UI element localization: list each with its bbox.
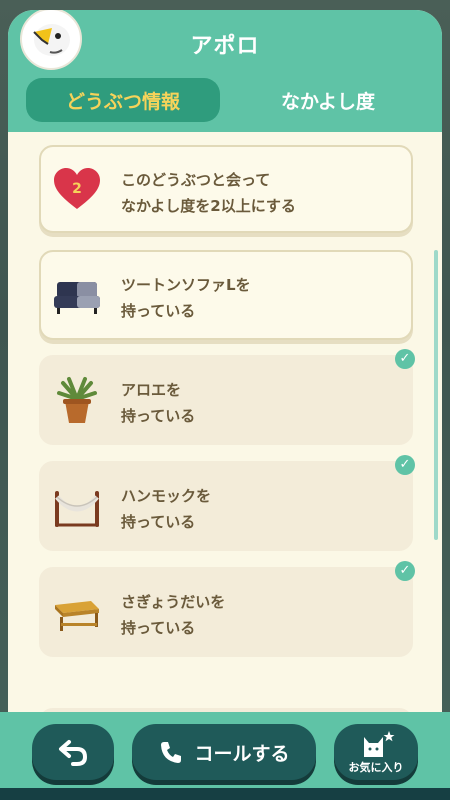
- task-line-2: 持っている: [121, 302, 196, 320]
- tab-friendship[interactable]: なかよし度: [238, 78, 418, 122]
- task-text: さぎょうだいを 持っている: [121, 589, 225, 641]
- task-text: ハンモックを 持っている: [121, 483, 211, 535]
- task-card-sofa[interactable]: ツートンソファLを 持っている: [39, 250, 413, 340]
- check-icon: ✓: [395, 561, 415, 581]
- footer-edge: [0, 788, 450, 800]
- task-line-1: ハンモックを: [121, 487, 212, 505]
- call-button[interactable]: コールする: [132, 724, 316, 780]
- task-line-2: 持っている: [121, 619, 196, 637]
- potted-aloe-icon: [57, 377, 97, 423]
- task-text: アロエを 持っている: [121, 377, 195, 429]
- task-list: 2 このどうぶつと会って なかよし度を2以上にする ツートンソファLを 持ってい…: [8, 132, 442, 800]
- task-card-friendship[interactable]: 2 このどうぶつと会って なかよし度を2以上にする: [39, 145, 413, 233]
- heart-number: 2: [72, 181, 82, 197]
- task-text: ツートンソファLを 持っている: [121, 272, 251, 324]
- favorite-label: お気に入り: [348, 761, 404, 774]
- hammock-icon: [55, 491, 99, 527]
- task-card-aloe[interactable]: アロエを 持っている: [39, 355, 413, 445]
- cat-star-icon: [364, 731, 395, 757]
- back-arrow-icon: [59, 740, 88, 766]
- task-line-2: なかよし度を2以上にする: [121, 197, 296, 215]
- favorite-button[interactable]: お気に入り: [334, 724, 418, 780]
- task-line-1: ツートンソファLを: [121, 276, 251, 294]
- tab-villager-info[interactable]: どうぶつ情報: [26, 78, 220, 122]
- heart-icon: 2: [54, 168, 100, 209]
- task-line-1: このどうぶつと会って: [121, 171, 271, 189]
- villager-avatar: [20, 10, 82, 70]
- back-button[interactable]: [32, 724, 114, 780]
- phone-icon: [161, 742, 182, 763]
- task-line-2: 持っている: [121, 513, 196, 531]
- check-icon: ✓: [395, 349, 415, 369]
- tab-bar: どうぶつ情報 なかよし度: [8, 74, 442, 132]
- workbench-icon: [55, 601, 99, 631]
- check-icon: ✓: [395, 455, 415, 475]
- task-line-2: 持っている: [121, 407, 196, 425]
- task-text: このどうぶつと会って なかよし度を2以上にする: [121, 167, 296, 219]
- task-card-hammock[interactable]: ハンモックを 持っている: [39, 461, 413, 551]
- task-line-1: アロエを: [121, 381, 182, 399]
- villager-panel: アポロ どうぶつ情報 なかよし度 2 このどうぶつと会って なかよし度を2以上に…: [8, 10, 442, 800]
- sofa-icon: [54, 282, 100, 314]
- task-line-1: さぎょうだいを: [121, 593, 226, 611]
- task-card-workbench[interactable]: さぎょうだいを 持っている: [39, 567, 413, 657]
- call-label: コールする: [194, 742, 290, 765]
- scrollbar[interactable]: [434, 250, 438, 540]
- bald-eagle-villager-avatar: [33, 24, 70, 56]
